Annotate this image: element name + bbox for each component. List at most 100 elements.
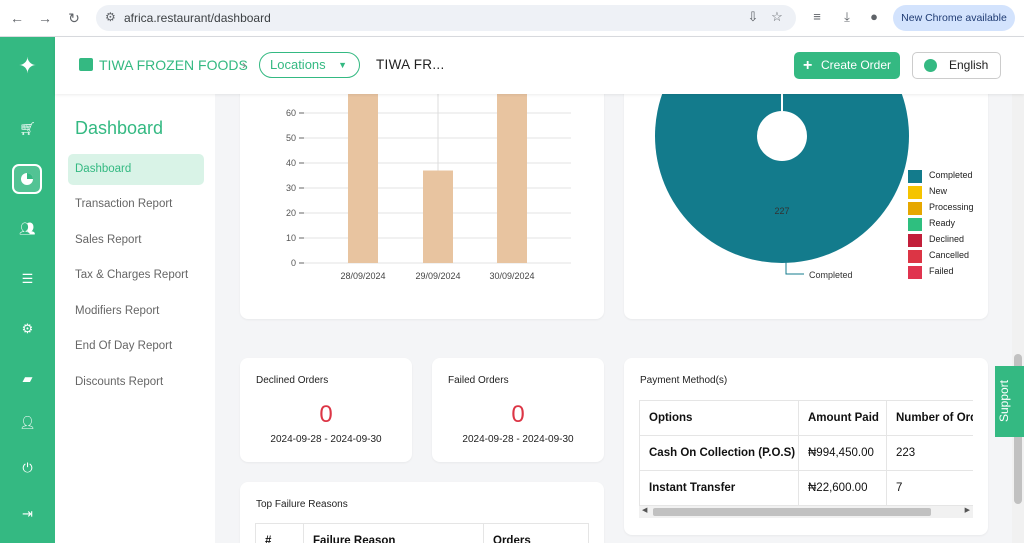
- pie-chart-icon: [21, 173, 33, 185]
- bookmark-star-icon[interactable]: ☆: [768, 9, 786, 25]
- media-icon[interactable]: ≡: [808, 9, 826, 24]
- back-icon[interactable]: ←: [7, 8, 27, 28]
- payment-table-viewport: Options Amount Paid Number of Orders Cas…: [639, 400, 973, 506]
- table-cell: ₦994,450.00: [798, 435, 887, 471]
- current-location: TIWA FR...: [376, 57, 445, 72]
- cart-icon[interactable]: 🛒︎: [0, 121, 55, 137]
- support-label: Support: [997, 379, 1012, 423]
- bar-chart-card: 0 10 20 30 40 50 60 28/09/2024 29/09/2024 30/09/2…: [240, 60, 604, 319]
- profile-avatar-icon[interactable]: ●: [865, 9, 883, 24]
- payment-methods-card: Payment Method(s) Options Amount Paid Nu…: [624, 358, 988, 535]
- scroll-right-icon[interactable]: ▶: [965, 506, 970, 514]
- create-order-button[interactable]: + Create Order: [794, 52, 900, 79]
- failed-orders-card: Failed Orders 0 2024-09-28 - 2024-09-30: [432, 358, 604, 462]
- sidebar-title: Dashboard: [75, 118, 164, 138]
- table-header-row: Options Amount Paid Number of Orders: [639, 400, 973, 436]
- legend-item[interactable]: Processing: [908, 202, 974, 215]
- sidebar-item-transaction-report[interactable]: Transaction Report: [68, 189, 204, 220]
- table-cell: Instant Transfer: [639, 470, 799, 506]
- site-info-icon[interactable]: ⚙: [105, 10, 116, 24]
- download-icon[interactable]: ⤓: [838, 9, 856, 25]
- declined-orders-date: 2024-09-28 - 2024-09-30: [270, 434, 382, 445]
- y-tick-label: 30: [286, 183, 296, 193]
- user-icon[interactable]: 👤︎: [0, 415, 55, 431]
- column-header: Options: [639, 400, 799, 436]
- caret-down-icon: ▼: [338, 60, 347, 70]
- sidebar-item-end-of-day-report[interactable]: End Of Day Report: [68, 331, 204, 362]
- sidebar-item-tax-charges-report[interactable]: Tax & Charges Report: [68, 260, 204, 291]
- column-header: Orders: [483, 523, 589, 543]
- support-button[interactable]: Support: [995, 366, 1024, 437]
- settings-gear-icon[interactable]: ⚙: [0, 321, 55, 337]
- wallet-icon[interactable]: ▰: [0, 371, 55, 387]
- reload-icon[interactable]: ↻: [64, 8, 84, 28]
- sidebar-item-modifiers-report[interactable]: Modifiers Report: [68, 296, 204, 327]
- x-tick-label: 28/09/2024: [340, 271, 385, 281]
- declined-orders-title: Declined Orders: [256, 375, 329, 386]
- y-tick-label: 0: [291, 258, 296, 268]
- scrollbar-thumb[interactable]: [653, 508, 931, 516]
- address-bar[interactable]: ⚙ africa.restaurant/dashboard: [96, 5, 796, 31]
- users-icon[interactable]: 👥︎: [0, 221, 55, 237]
- pie-chart-card: 227 Completed Completed New Processing Ready…: [624, 60, 988, 319]
- y-tick-label: 60: [286, 108, 296, 118]
- new-chrome-button[interactable]: New Chrome available: [893, 5, 1015, 31]
- legend-item[interactable]: Declined: [908, 234, 965, 247]
- payment-methods-table: Options Amount Paid Number of Orders Cas…: [639, 400, 973, 506]
- x-tick-label: 30/09/2024: [489, 271, 534, 281]
- report-sidebar: Dashboard Dashboard Transaction Report S…: [55, 94, 215, 543]
- dashboard-nav-active[interactable]: [12, 164, 42, 194]
- column-header: Amount Paid: [798, 400, 887, 436]
- bar: [497, 93, 527, 263]
- legend-item[interactable]: Completed: [908, 170, 973, 183]
- legend-label: Ready: [929, 218, 956, 228]
- legend-item[interactable]: Cancelled: [908, 250, 970, 263]
- create-order-label: Create Order: [821, 58, 892, 72]
- plus-icon: +: [803, 57, 813, 74]
- logout-icon[interactable]: ⇥: [0, 506, 55, 522]
- legend-item[interactable]: Ready: [908, 218, 956, 231]
- failed-orders-value: 0: [511, 401, 525, 428]
- page-scrollbar[interactable]: [1012, 94, 1024, 543]
- sidebar-item-dashboard[interactable]: Dashboard: [68, 154, 204, 185]
- legend-swatch: [908, 234, 922, 247]
- y-tick-label: 10: [286, 233, 296, 243]
- locations-dropdown[interactable]: Locations ▼: [259, 52, 360, 78]
- sidebar-item-discounts-report[interactable]: Discounts Report: [68, 367, 204, 398]
- language-label: English: [949, 58, 989, 72]
- failure-reasons-table: # Failure Reason Orders: [255, 523, 589, 543]
- y-tick-label: 40: [286, 158, 296, 168]
- x-tick-label: 29/09/2024: [415, 271, 460, 281]
- table-cell: 7: [886, 470, 973, 506]
- scroll-left-icon[interactable]: ◀: [642, 506, 647, 514]
- app-header: TIWA FROZEN FOODS › Locations ▼ TIWA FR..…: [55, 37, 1024, 94]
- power-icon[interactable]: ⏻: [0, 460, 55, 476]
- sidebar-item-sales-report[interactable]: Sales Report: [68, 225, 204, 256]
- column-header: Failure Reason: [303, 523, 484, 543]
- brand-name: TIWA FROZEN FOODS: [99, 57, 248, 73]
- payment-methods-title: Payment Method(s): [640, 375, 728, 386]
- table-row: Instant Transfer ₦22,600.00 7: [639, 470, 973, 506]
- legend-swatch: [908, 250, 922, 263]
- pie-value-label: 227: [774, 206, 789, 216]
- browser-toolbar: ← → ↻ ⚙ africa.restaurant/dashboard ⇩ ☆ …: [0, 0, 1024, 37]
- legend-item[interactable]: Failed: [908, 266, 954, 279]
- list-icon[interactable]: ☰: [0, 271, 55, 287]
- forward-icon[interactable]: →: [35, 8, 55, 28]
- icon-rail: ✦ 🛒︎ 👥︎ ☰ ⚙ ▰ 👤︎ ⏻ ⇥: [0, 37, 55, 543]
- legend-item[interactable]: New: [908, 186, 947, 199]
- horizontal-scrollbar[interactable]: ◀ ▶: [639, 506, 973, 518]
- failed-orders-date: 2024-09-28 - 2024-09-30: [462, 434, 574, 445]
- legend-swatch: [908, 170, 922, 183]
- declined-orders-card: Declined Orders 0 2024-09-28 - 2024-09-3…: [240, 358, 412, 462]
- table-row: Cash On Collection (P.O.S) ₦994,450.00 2…: [639, 435, 973, 471]
- brand-link[interactable]: TIWA FROZEN FOODS: [79, 57, 248, 73]
- legend-swatch: [908, 218, 922, 231]
- install-app-icon[interactable]: ⇩: [744, 9, 762, 25]
- pie-callout-label: Completed: [809, 270, 853, 280]
- legend-swatch: [908, 266, 922, 279]
- globe-icon: [924, 59, 937, 72]
- language-selector[interactable]: English: [912, 52, 1001, 79]
- legend-label: Declined: [929, 234, 965, 244]
- legend-label: Cancelled: [929, 250, 970, 260]
